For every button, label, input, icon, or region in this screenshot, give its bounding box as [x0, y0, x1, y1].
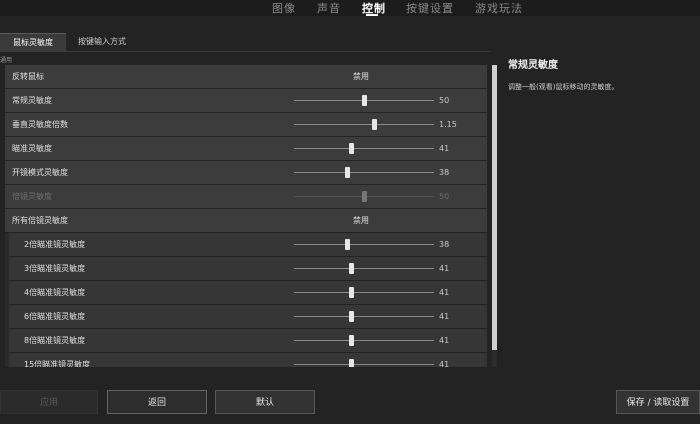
slider-track[interactable] — [294, 316, 434, 317]
setting-label: 2倍瞄准镜灵敏度 — [24, 240, 86, 249]
setting-row[interactable]: 开镜模式灵敏度 38 — [5, 161, 487, 184]
slider-track[interactable] — [294, 244, 434, 245]
slider-track[interactable] — [294, 340, 434, 341]
slider-handle[interactable] — [345, 239, 351, 250]
setting-row[interactable]: 8倍瞄准镜灵敏度 41 — [5, 329, 487, 352]
setting-label: 反转鼠标 — [12, 72, 44, 81]
slider-handle[interactable] — [345, 167, 351, 178]
slider-value: 41 — [439, 336, 450, 345]
setting-row[interactable]: 4倍瞄准镜灵敏度 41 — [5, 281, 487, 304]
slider-value: 41 — [439, 264, 450, 273]
save-load-settings-button[interactable]: 保存 / 读取设置 — [616, 390, 700, 414]
slider-handle — [362, 191, 367, 202]
slider-value: 41 — [439, 144, 450, 153]
back-button[interactable]: 返回 — [107, 390, 207, 414]
slider-track[interactable] — [294, 124, 434, 125]
slider-value: 50 — [439, 96, 450, 105]
setting-label: 3倍瞄准镜灵敏度 — [24, 264, 86, 273]
slider-handle[interactable] — [349, 359, 355, 367]
setting-label: 常规灵敏度 — [12, 96, 52, 105]
slider-handle[interactable] — [371, 119, 377, 130]
setting-row[interactable]: 2倍瞄准镜灵敏度 38 — [5, 233, 487, 256]
setting-row[interactable]: 3倍瞄准镜灵敏度 41 — [5, 257, 487, 280]
setting-label: 15倍瞄准镜灵敏度 — [24, 360, 91, 367]
slider-handle[interactable] — [362, 95, 367, 106]
info-title: 常规灵敏度 — [508, 60, 558, 71]
slider-track[interactable] — [294, 292, 434, 293]
slider-value: 41 — [439, 288, 450, 297]
slider-value: 50 — [439, 192, 450, 201]
slider-value: 41 — [439, 312, 450, 321]
setting-label: 所有倍镜灵敏度 — [12, 216, 68, 225]
slider-value: 38 — [439, 168, 450, 177]
slider-handle[interactable] — [349, 143, 355, 154]
setting-row[interactable]: 所有倍镜灵敏度 禁用 — [5, 209, 487, 232]
subtab-mouse-sensitivity[interactable]: 鼠标灵敏度 — [0, 33, 66, 52]
setting-row[interactable]: 瞄准灵敏度 41 — [5, 137, 487, 160]
setting-label: 8倍瞄准镜灵敏度 — [24, 336, 86, 345]
sub-group-indent — [5, 233, 9, 367]
slider-track[interactable] — [294, 148, 434, 149]
setting-row: 倍镜灵敏度 50 — [5, 185, 487, 208]
subtab-key-input-mode[interactable]: 按键输入方式 — [70, 33, 134, 51]
default-button[interactable]: 默认 — [215, 390, 315, 414]
top-nav: 图像 声音 控制 按键设置 游戏玩法 — [0, 0, 700, 16]
tab-sound[interactable]: 声音 — [317, 0, 341, 16]
slider-track[interactable] — [294, 364, 434, 365]
setting-row[interactable]: 垂直灵敏度倍数 1.15 — [5, 113, 487, 136]
sub-tabs: 鼠标灵敏度 按键输入方式 — [0, 33, 490, 52]
setting-label: 倍镜灵敏度 — [12, 192, 52, 201]
slider-track[interactable] — [294, 268, 434, 269]
toggle-value[interactable]: 禁用 — [353, 65, 369, 88]
apply-button[interactable]: 应用 — [0, 390, 98, 414]
slider-value: 38 — [439, 240, 450, 249]
settings-list: 反转鼠标 禁用 常规灵敏度 50 垂直灵敏度倍数 1.15 瞄准灵敏度 41 开镜模式灵敏度 38… — [5, 65, 487, 367]
setting-label: 6倍瞄准镜灵敏度 — [24, 312, 86, 321]
setting-row[interactable]: 反转鼠标 禁用 — [5, 65, 487, 88]
slider-handle[interactable] — [349, 311, 355, 322]
setting-row[interactable]: 15倍瞄准镜灵敏度 41 — [5, 353, 487, 367]
setting-row[interactable]: 6倍瞄准镜灵敏度 41 — [5, 305, 487, 328]
toggle-value[interactable]: 禁用 — [353, 209, 369, 232]
scrollbar-thumb[interactable] — [492, 65, 497, 350]
setting-row[interactable]: 常规灵敏度 50 — [5, 89, 487, 112]
tab-keybindings[interactable]: 按键设置 — [406, 0, 454, 16]
setting-label: 4倍瞄准镜灵敏度 — [24, 288, 86, 297]
setting-label: 瞄准灵敏度 — [12, 144, 52, 153]
setting-label: 开镜模式灵敏度 — [12, 168, 68, 177]
slider-value: 41 — [439, 360, 450, 367]
info-description: 调整一般(观看)鼠标移动的灵敏度。 — [508, 83, 619, 91]
active-tab-indicator — [366, 14, 378, 16]
group-label: 通用 — [0, 57, 13, 64]
tab-gameplay[interactable]: 游戏玩法 — [475, 0, 523, 16]
slider-handle[interactable] — [349, 335, 355, 346]
slider-handle[interactable] — [349, 287, 355, 298]
slider-handle[interactable] — [349, 263, 355, 274]
slider-track[interactable] — [294, 172, 434, 173]
tab-graphics[interactable]: 图像 — [272, 0, 296, 16]
setting-label: 垂直灵敏度倍数 — [12, 120, 68, 129]
slider-value: 1.15 — [439, 120, 457, 129]
